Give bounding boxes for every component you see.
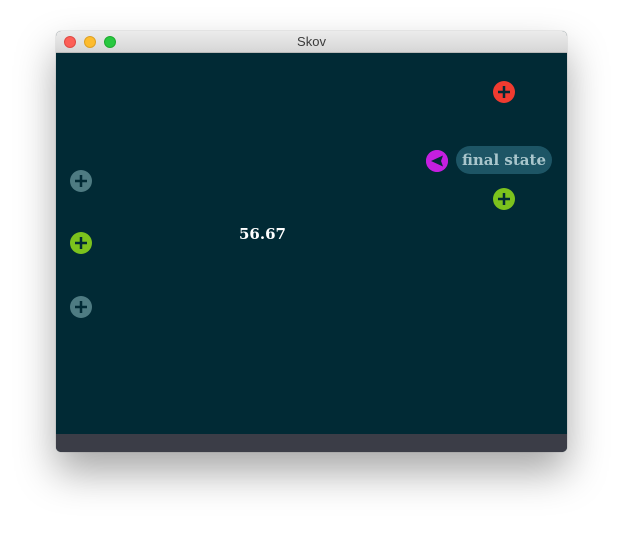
editor-canvas[interactable]: 56.67 final state xyxy=(56,53,567,434)
add-button-left-bottom[interactable] xyxy=(70,296,92,318)
status-bar xyxy=(56,434,567,452)
app-window: Skov 56.67 final state xyxy=(56,31,567,452)
plus-icon xyxy=(493,81,515,103)
plus-icon xyxy=(70,296,92,318)
state-node-label: final state xyxy=(461,151,547,169)
plus-icon xyxy=(493,188,515,210)
add-button-right-top[interactable] xyxy=(493,81,515,103)
plus-icon xyxy=(70,232,92,254)
title-bar[interactable]: Skov xyxy=(56,31,567,53)
add-button-left-middle[interactable] xyxy=(70,232,92,254)
plus-icon xyxy=(70,170,92,192)
triangle-left-icon xyxy=(426,150,448,172)
add-button-left-top[interactable] xyxy=(70,170,92,192)
add-button-right-bottom[interactable] xyxy=(493,188,515,210)
back-button[interactable] xyxy=(426,150,448,172)
window-title: Skov xyxy=(297,34,326,49)
value-label: 56.67 xyxy=(239,225,286,243)
state-node[interactable]: final state xyxy=(456,146,552,174)
